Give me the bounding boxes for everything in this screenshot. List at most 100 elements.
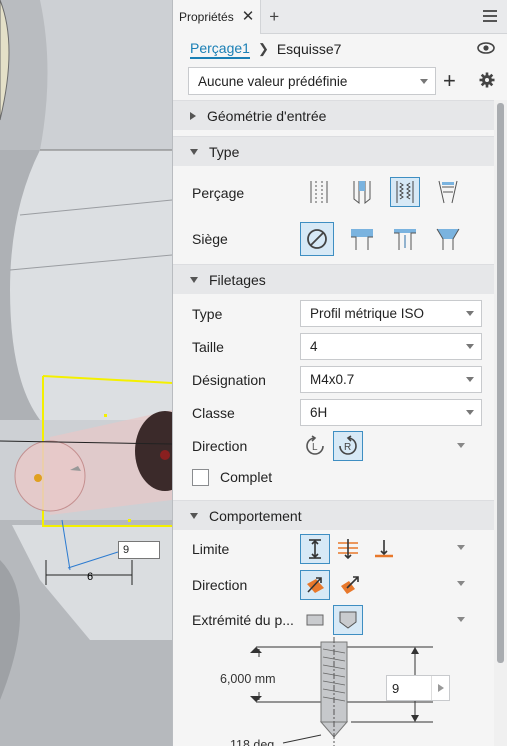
tab-title: Propriétés [179, 9, 234, 24]
chevron-down-icon [466, 410, 474, 415]
flat-drill-point-icon[interactable] [300, 605, 330, 635]
full-thread-checkbox[interactable] [192, 468, 209, 486]
clearance-hole-icon[interactable] [347, 177, 377, 207]
flipped-direction-icon[interactable] [335, 570, 365, 600]
menu-icon[interactable] [483, 10, 497, 25]
behavior-direction-label: Direction [192, 577, 248, 593]
section-title: Type [209, 143, 240, 160]
add-tab-icon[interactable]: + [269, 7, 279, 27]
chevron-right-icon[interactable] [431, 676, 449, 700]
angle-drill-point-icon[interactable] [333, 605, 363, 635]
preset-row: Aucune valeur prédéfinie + [173, 62, 507, 100]
full-thread-label: Complet [220, 469, 273, 485]
no-seat-icon[interactable] [300, 222, 334, 256]
chevron-down-icon [466, 311, 474, 316]
section-behavior[interactable]: Comportement [173, 500, 495, 530]
properties-panel: Propriétés ✕ + Perçage1 ❯ Esquisse7 Aucu… [172, 0, 507, 746]
full-thread-row: Complet [173, 462, 495, 492]
thread-class-row: Classe 6H [173, 396, 495, 429]
section-type[interactable]: Type [173, 136, 495, 166]
tab-properties[interactable]: Propriétés ✕ [173, 0, 262, 34]
thread-type-select[interactable]: Profil métrique ISO [300, 300, 482, 327]
preset-value: Aucune valeur prédéfinie [198, 73, 348, 89]
properties-scroll-area[interactable]: Géométrie d'entrée Type Perçage Siège Fi… [173, 100, 495, 746]
thread-class-label: Classe [192, 404, 235, 421]
add-preset-icon[interactable]: + [443, 68, 456, 94]
chevron-right-icon: ❯ [257, 41, 269, 56]
hole-diagram: 6,000 mm 118 deg 9 [173, 637, 495, 746]
chevron-down-icon[interactable] [457, 443, 465, 448]
thread-designation-row: Désignation M4x0.7 [173, 363, 495, 396]
chevron-down-icon[interactable] [457, 617, 465, 622]
angle-dimension-label: 118 deg [230, 738, 274, 746]
svg-text:L: L [312, 442, 318, 453]
spotface-icon[interactable] [390, 224, 420, 254]
behavior-direction-row: Direction [173, 567, 495, 603]
thread-designation-select[interactable]: M4x0.7 [300, 366, 482, 393]
thread-designation-value: M4x0.7 [310, 372, 355, 387]
collapse-icon [190, 276, 198, 283]
thread-class-select[interactable]: 6H [300, 399, 482, 426]
breadcrumb-feature[interactable]: Perçage1 [190, 40, 250, 59]
hole-depth-value: 9 [392, 681, 400, 696]
chevron-down-icon[interactable] [457, 545, 465, 550]
thread-direction-row: Direction L R [173, 429, 495, 462]
countersink-icon[interactable] [433, 224, 463, 254]
chevron-down-icon [466, 377, 474, 382]
distance-limit-icon[interactable] [300, 534, 330, 564]
chevron-down-icon[interactable] [457, 581, 465, 586]
chevron-down-icon [466, 344, 474, 349]
hole-type-label: Perçage [192, 185, 245, 201]
preset-select[interactable]: Aucune valeur prédéfinie [188, 67, 436, 95]
thread-class-value: 6H [310, 405, 328, 420]
thread-type-label: Type [192, 305, 223, 322]
section-input-geometry[interactable]: Géométrie d'entrée [173, 100, 495, 130]
through-all-icon[interactable] [333, 534, 363, 564]
thread-type-row: Type Profil métrique ISO [173, 297, 495, 330]
thread-direction-label: Direction [192, 437, 248, 454]
close-icon[interactable]: ✕ [242, 9, 255, 24]
thread-size-select[interactable]: 4 [300, 333, 482, 360]
thread-designation-label: Désignation [192, 371, 266, 388]
limit-label: Limite [192, 541, 230, 557]
gear-icon[interactable] [479, 72, 495, 88]
visibility-eye-icon[interactable] [477, 42, 495, 54]
to-face-icon[interactable] [369, 534, 399, 564]
default-direction-icon[interactable] [300, 570, 330, 600]
limit-row: Limite [173, 531, 495, 567]
hole-depth-input[interactable]: 9 [386, 675, 450, 701]
tab-bar: Propriétés ✕ + [173, 0, 507, 34]
taper-tapped-hole-icon[interactable] [433, 177, 463, 207]
simple-hole-icon[interactable] [304, 177, 334, 207]
breadcrumb-sketch[interactable]: Esquisse7 [277, 41, 342, 57]
section-title: Géométrie d'entrée [207, 107, 327, 124]
viewport-dim-label: 6 [87, 571, 93, 583]
section-title: Filetages [209, 271, 266, 288]
collapse-icon [190, 148, 198, 155]
counterbore-icon[interactable] [347, 224, 377, 254]
model-view: 6 [0, 0, 172, 746]
hole-type-row: Perçage [173, 170, 495, 216]
expand-icon [190, 111, 196, 120]
tapped-hole-icon[interactable] [390, 177, 420, 207]
thread-size-value: 4 [310, 339, 318, 354]
right-hand-thread-icon[interactable]: R [333, 431, 363, 461]
chevron-down-icon [420, 79, 428, 84]
viewport-dim-input[interactable]: 9 [118, 541, 160, 559]
collapse-icon [190, 512, 198, 519]
breadcrumb: Perçage1 ❯ Esquisse7 [173, 36, 507, 62]
3d-viewport[interactable]: 6 9 [0, 0, 172, 746]
seat-type-row: Siège [173, 216, 495, 262]
svg-text:R: R [344, 442, 351, 453]
thread-size-row: Taille 4 [173, 330, 495, 363]
scrollbar-thumb[interactable] [497, 103, 504, 663]
depth-dimension-label: 6,000 mm [220, 672, 276, 686]
thread-type-value: Profil métrique ISO [310, 306, 425, 321]
section-title: Comportement [209, 507, 302, 524]
thread-size-label: Taille [192, 338, 224, 355]
seat-type-label: Siège [192, 231, 228, 247]
left-hand-thread-icon[interactable]: L [300, 431, 330, 461]
section-threads[interactable]: Filetages [173, 264, 495, 294]
drill-point-row: Extrémité du p... [173, 603, 495, 637]
drill-point-label: Extrémité du p... [192, 612, 294, 628]
